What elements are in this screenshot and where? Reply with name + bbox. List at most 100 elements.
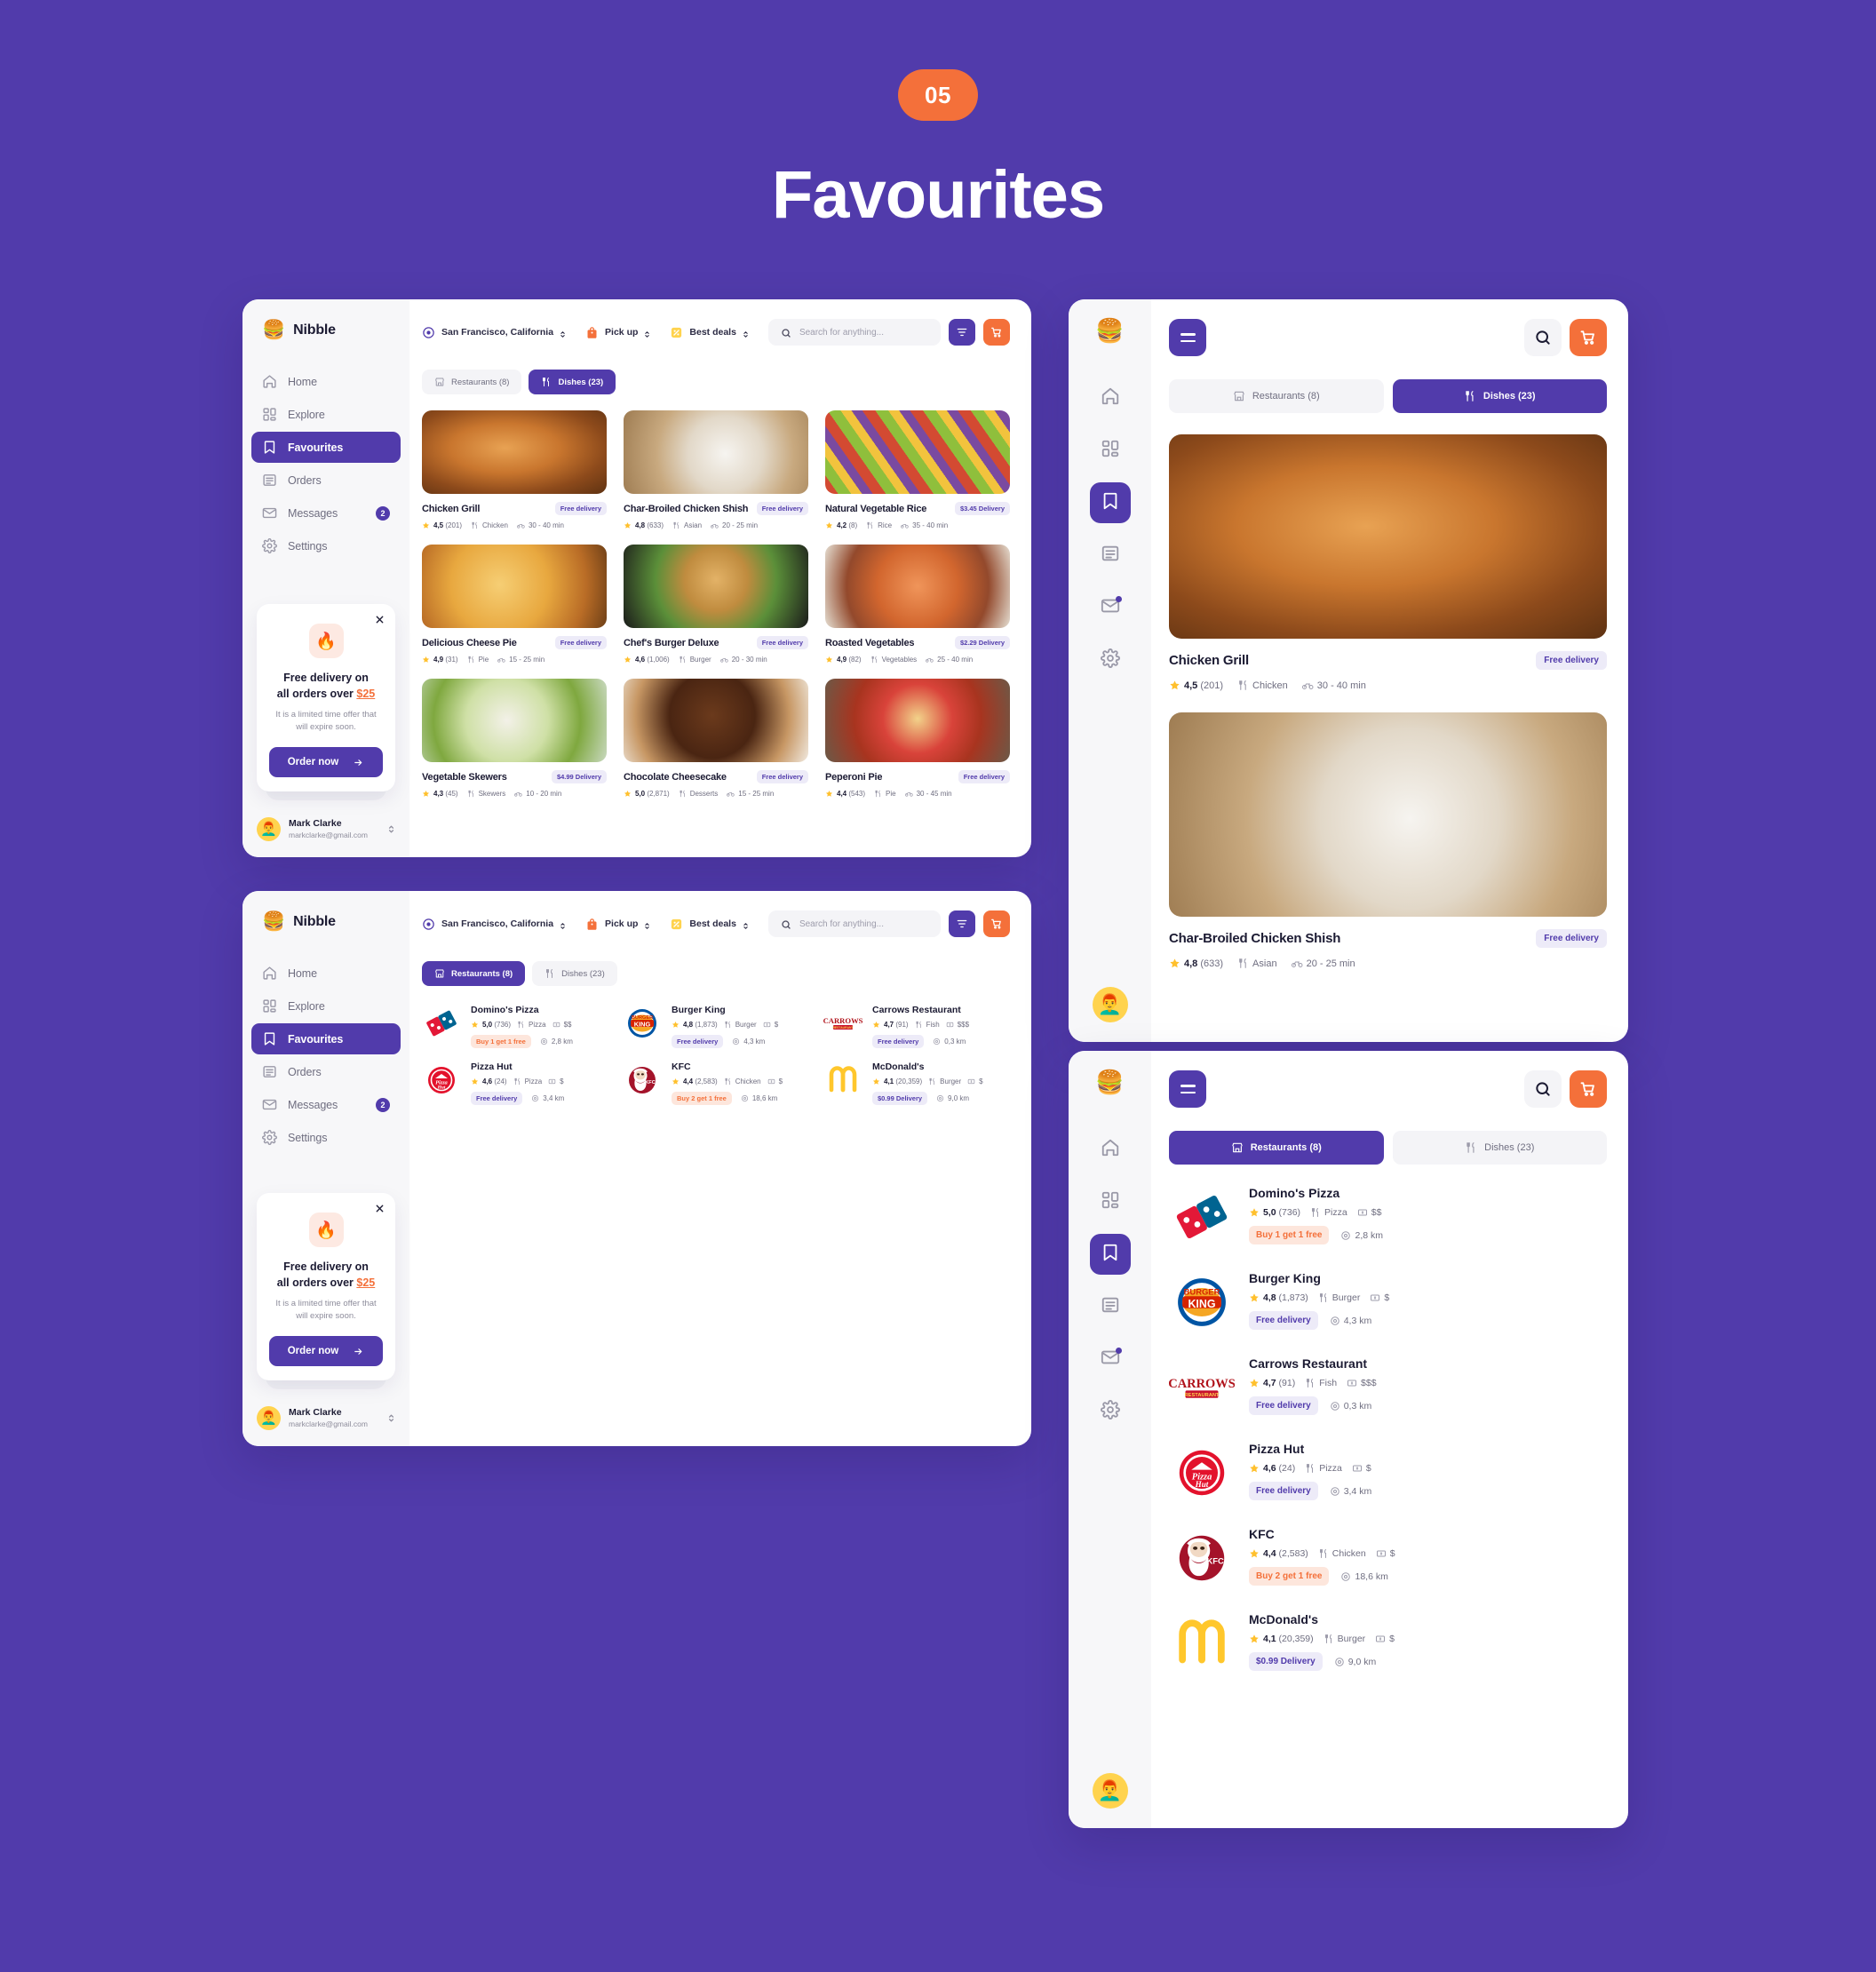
mobile-dish-card[interactable]: Chicken Grill Free delivery 4,5 (201) Chick…	[1169, 434, 1607, 691]
dish-card[interactable]: Roasted Vegetables $2.29 Delivery 4,9 (82)…	[825, 545, 1010, 664]
rail-item-mail[interactable]	[1090, 587, 1131, 628]
rail-item-list[interactable]	[1090, 1286, 1131, 1327]
restaurant-card[interactable]: CARROWS RESTAURANT Carrows Restaurant 4,7 (…	[823, 1004, 1010, 1048]
delivery-badge: Free delivery	[756, 636, 808, 649]
chevron-updown-icon[interactable]	[387, 823, 395, 835]
pickup-selector[interactable]: Pick up	[585, 918, 650, 931]
sidebar-item-home[interactable]: Home	[251, 958, 401, 989]
hamburger-icon[interactable]	[1169, 1070, 1206, 1108]
user-profile[interactable]: 👨‍🦰 Mark Clarke markclarke@gmail.com	[242, 1389, 409, 1446]
search-box[interactable]	[767, 910, 941, 937]
rail-item-bookmark[interactable]	[1089, 1234, 1131, 1275]
dish-card[interactable]: Vegetable Skewers $4.99 Delivery 4,3 (45) S…	[422, 679, 607, 798]
dish-card[interactable]: Chicken Grill Free delivery 4,5 (201) Chick…	[422, 410, 607, 529]
location-selector[interactable]: San Francisco, California	[422, 326, 566, 339]
mobile-restaurant-row[interactable]: McDonald's 4,1 (20,359) Burger $ $0.99 Deliv…	[1169, 1610, 1607, 1676]
sidebar-item-label: Messages	[288, 506, 338, 520]
cart-button[interactable]	[983, 319, 1010, 346]
tab-label: Dishes (23)	[558, 377, 604, 387]
deals-selector[interactable]: Best deals	[670, 918, 749, 931]
dish-card[interactable]: Chef's Burger Deluxe Free delivery 4,6 (1,…	[624, 545, 808, 664]
dish-card[interactable]: Peperoni Pie Free delivery 4,4 (543) Pie 30 …	[825, 679, 1010, 798]
mobile-restaurant-row[interactable]: CARROWS RESTAURANT Carrows Restaurant 4,7 (…	[1169, 1355, 1607, 1420]
restaurant-card[interactable]: Domino's Pizza 5,0 (736) Pizza $$ Buy 1 get …	[422, 1004, 608, 1048]
pickup-selector[interactable]: Pick up	[585, 326, 650, 339]
cart-button[interactable]	[1570, 319, 1607, 356]
restaurant-card[interactable]: KFC KFC 4,4 (2,583) Chicken $ Buy 2 get 1 fre…	[623, 1061, 809, 1105]
meta-item: Asian	[672, 521, 702, 529]
order-now-button[interactable]: Order now	[269, 747, 383, 777]
tab-dishes[interactable]: Dishes (23)	[529, 370, 616, 394]
close-icon[interactable]	[375, 613, 385, 624]
search-input[interactable]	[799, 327, 928, 338]
avatar[interactable]: 👨‍🦰	[1092, 987, 1128, 1022]
tab-restaurants[interactable]: Restaurants (8)	[1169, 1131, 1384, 1165]
dish-card[interactable]: Natural Vegetable Rice $3.45 Delivery 4,2 …	[825, 410, 1010, 529]
tab-dishes[interactable]: Dishes (23)	[532, 961, 617, 986]
rail-item-list[interactable]	[1090, 535, 1131, 576]
filter-button[interactable]	[949, 910, 975, 937]
order-now-button[interactable]: Order now	[269, 1336, 383, 1366]
hamburger-icon[interactable]	[1169, 319, 1206, 356]
sidebar-item-settings[interactable]: Settings	[251, 530, 401, 561]
meta-item: 15 - 25 min	[497, 656, 545, 664]
meta-icon	[1305, 1463, 1316, 1474]
search-button[interactable]	[1524, 319, 1562, 356]
filter-button[interactable]	[949, 319, 975, 346]
restaurant-card[interactable]: Pizza Hut Pizza Hut 4,6 (24) Pizza $ Free deli…	[422, 1061, 608, 1105]
dish-name: Peperoni Pie	[825, 771, 883, 783]
mobile-restaurant-row[interactable]: BURGER KING Burger King 4,8 (1,873) Burger $ F…	[1169, 1269, 1607, 1335]
meta-item: $$	[1357, 1207, 1381, 1218]
sidebar-item-explore[interactable]: Explore	[251, 399, 401, 430]
rail-item-bookmark[interactable]	[1089, 482, 1131, 523]
avatar[interactable]: 👨‍🦰	[1092, 1773, 1128, 1809]
restaurant-card[interactable]: McDonald's 4,1 (20,359) Burger $ $0.99 Deliv…	[823, 1061, 1010, 1105]
location-selector[interactable]: San Francisco, California	[422, 918, 566, 931]
user-profile[interactable]: 👨‍🦰 Mark Clarke markclarke@gmail.com	[242, 800, 409, 857]
sidebar-item-home[interactable]: Home	[251, 366, 401, 397]
dish-name: Char-Broiled Chicken Shish	[624, 503, 749, 514]
sidebar-item-favourites[interactable]: Favourites	[251, 1023, 401, 1054]
meta-icon	[1169, 680, 1180, 691]
close-icon[interactable]	[375, 1202, 385, 1213]
mobile-restaurant-row[interactable]: Domino's Pizza 5,0 (736) Pizza $$ Buy 1 get …	[1169, 1184, 1607, 1250]
tab-restaurants[interactable]: Restaurants (8)	[422, 961, 526, 986]
restaurant-card[interactable]: BURGER KING Burger King 4,8 (1,873) Burger $ F…	[623, 1004, 809, 1048]
sidebar-item-orders[interactable]: Orders	[251, 1056, 401, 1087]
search-input[interactable]	[799, 918, 928, 929]
meta-text: $	[1389, 1548, 1395, 1559]
store-icon	[1231, 1141, 1244, 1154]
rail-item-grid[interactable]	[1090, 430, 1131, 471]
cart-button[interactable]	[1570, 1070, 1607, 1108]
mobile-restaurant-row[interactable]: Pizza Hut Pizza Hut 4,6 (24) Pizza $ Free deli…	[1169, 1440, 1607, 1506]
rail-item-gear[interactable]	[1090, 640, 1131, 680]
dish-card[interactable]: Char-Broiled Chicken Shish Free delivery 4…	[624, 410, 808, 529]
chevron-updown-icon[interactable]	[387, 1412, 395, 1424]
tab-restaurants[interactable]: Restaurants (8)	[1169, 379, 1384, 413]
search-box[interactable]	[767, 319, 941, 346]
rail-item-grid[interactable]	[1090, 1181, 1131, 1222]
dish-card[interactable]: Delicious Cheese Pie Free delivery 4,9 (31…	[422, 545, 607, 664]
rail-item-home[interactable]	[1090, 378, 1131, 418]
search-button[interactable]	[1524, 1070, 1562, 1108]
meta-icon	[1318, 1548, 1329, 1559]
sidebar-item-messages[interactable]: Messages 2	[251, 1089, 401, 1120]
tab-dishes[interactable]: Dishes (23)	[1392, 379, 1607, 413]
rail-item-mail[interactable]	[1090, 1339, 1131, 1380]
offer-badge: $0.99 Delivery	[872, 1092, 928, 1105]
tab-dishes[interactable]: Dishes (23)	[1392, 1131, 1607, 1165]
sidebar-item-messages[interactable]: Messages 2	[251, 497, 401, 529]
dish-card[interactable]: Chocolate Cheesecake Free delivery 5,0 (2,…	[624, 679, 808, 798]
rail-item-gear[interactable]	[1090, 1391, 1131, 1432]
cart-button[interactable]	[983, 910, 1010, 937]
deals-selector[interactable]: Best deals	[670, 326, 749, 339]
meta-icon	[1305, 1378, 1316, 1388]
sidebar-item-orders[interactable]: Orders	[251, 465, 401, 496]
mobile-dish-card[interactable]: Char-Broiled Chicken Shish Free delivery 4…	[1169, 712, 1607, 969]
sidebar-item-settings[interactable]: Settings	[251, 1122, 401, 1153]
tab-restaurants[interactable]: Restaurants (8)	[422, 370, 522, 394]
rail-item-home[interactable]	[1090, 1129, 1131, 1170]
sidebar-item-favourites[interactable]: Favourites	[251, 432, 401, 463]
mobile-restaurant-row[interactable]: KFC KFC 4,4 (2,583) Chicken $ Buy 2 get 1 fre…	[1169, 1525, 1607, 1591]
sidebar-item-explore[interactable]: Explore	[251, 990, 401, 1022]
